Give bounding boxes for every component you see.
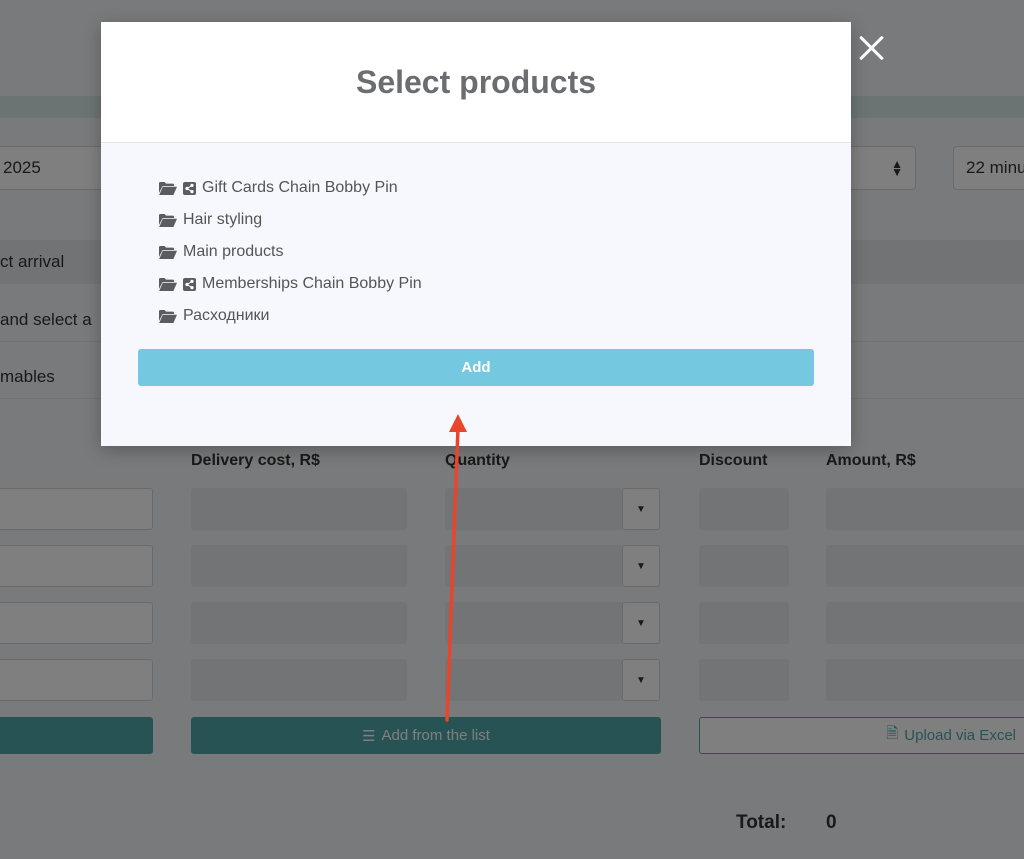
close-icon[interactable]: [856, 32, 888, 64]
tree-item-memberships[interactable]: Memberships Chain Bobby Pin: [159, 268, 422, 300]
folder-open-icon: [159, 245, 177, 259]
share-icon: [183, 277, 196, 291]
tree-item-label: Gift Cards Chain Bobby Pin: [202, 179, 398, 196]
tree-item-consumables[interactable]: Расходники: [159, 300, 422, 332]
tree-item-main-products[interactable]: Main products: [159, 236, 422, 268]
add-button[interactable]: Add: [138, 349, 814, 386]
product-category-tree: Gift Cards Chain Bobby Pin Hair styling …: [159, 172, 422, 332]
select-products-modal: Select products Gift Cards Chain Bobby P…: [101, 22, 851, 446]
folder-open-icon: [159, 309, 177, 323]
share-icon: [183, 181, 196, 195]
tree-item-label: Hair styling: [183, 211, 263, 228]
modal-title: Select products: [355, 63, 597, 100]
folder-open-icon: [159, 213, 177, 227]
tree-item-label: Расходники: [183, 307, 270, 324]
folder-open-icon: [159, 277, 177, 291]
tree-item-label: Main products: [183, 243, 284, 260]
tree-item-hair-styling[interactable]: Hair styling: [159, 204, 422, 236]
tree-item-gift-cards[interactable]: Gift Cards Chain Bobby Pin: [159, 172, 422, 204]
modal-header: Select products: [101, 22, 851, 143]
folder-open-icon: [159, 181, 177, 195]
tree-item-label: Memberships Chain Bobby Pin: [202, 275, 422, 292]
